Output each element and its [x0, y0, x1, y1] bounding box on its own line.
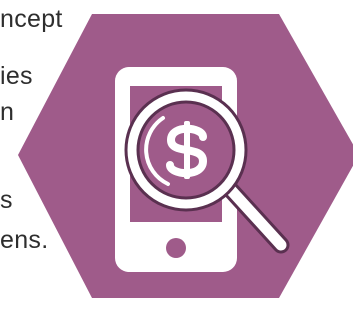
dollar-sign-icon [166, 121, 208, 179]
mobile-payment-search-illustration [18, 14, 353, 298]
